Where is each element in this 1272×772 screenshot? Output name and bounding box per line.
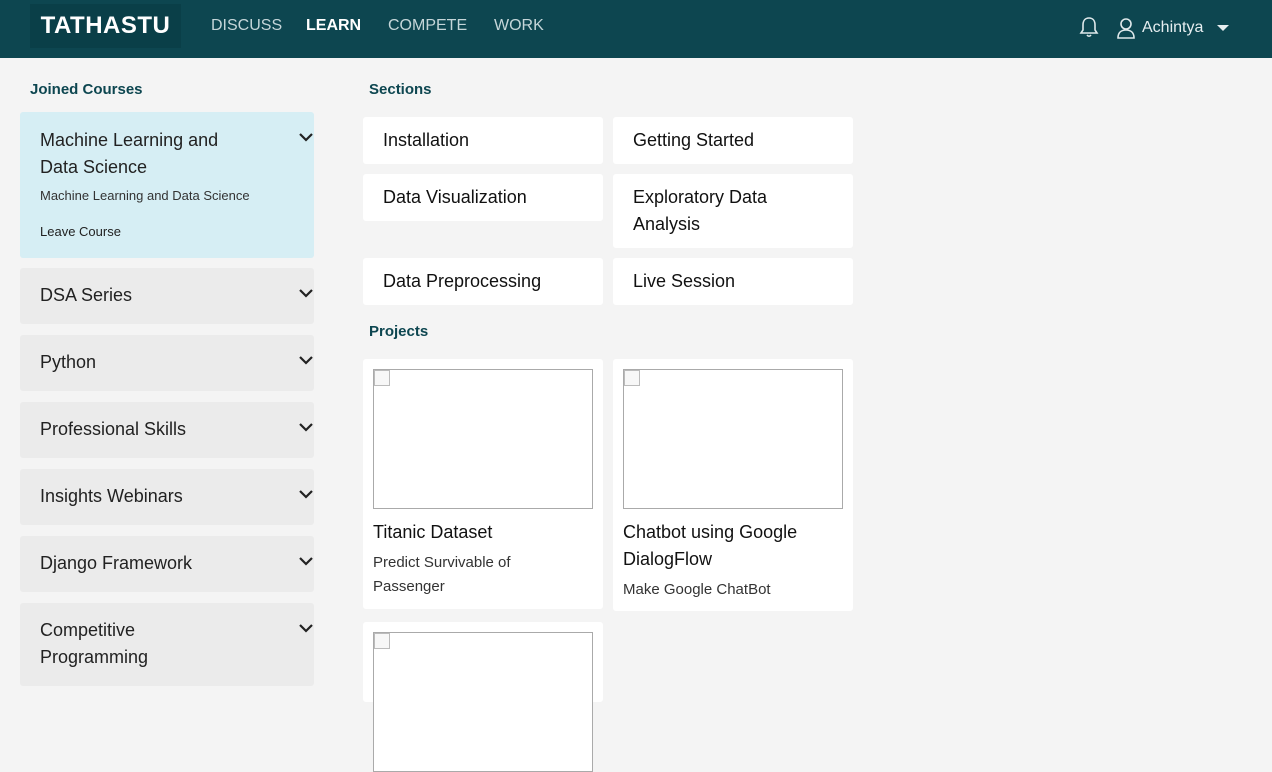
course-subtitle: Machine Learning and Data Science: [40, 188, 250, 203]
brand-logo[interactable]: TATHASTU: [30, 4, 181, 48]
section-label: Live Session: [633, 271, 736, 291]
project-image: [373, 369, 593, 509]
user-menu[interactable]: Achintya: [1116, 15, 1230, 41]
project-description: Predict Survivable of Passenger: [373, 554, 511, 595]
course-python[interactable]: Python: [20, 335, 314, 391]
section-label: Data Preprocessing: [383, 271, 542, 291]
chevron-down-icon[interactable]: [299, 489, 313, 499]
joined-courses-title: Joined Courses: [30, 81, 143, 98]
course-insights-webinars[interactable]: Insights Webinars: [20, 469, 314, 525]
user-icon: [1117, 18, 1135, 39]
course-machine-learning[interactable]: Machine Learning and Data Science Machin…: [20, 112, 314, 258]
section-card[interactable]: Getting Started: [613, 117, 853, 164]
project-image: [623, 369, 843, 509]
top-navbar: TATHASTU DISCUSS LEARN COMPETE WORK Achi…: [0, 0, 1272, 58]
section-label: Installation: [383, 130, 470, 150]
course-name: Insights Webinars: [40, 486, 183, 506]
project-card[interactable]: [363, 622, 603, 772]
section-label: Getting Started: [633, 130, 755, 150]
chevron-down-icon[interactable]: [299, 556, 313, 566]
chevron-down-icon[interactable]: [299, 132, 313, 142]
sections-title: Sections: [369, 81, 432, 98]
course-professional-skills[interactable]: Professional Skills: [20, 402, 314, 458]
course-name: Competitive Programming: [40, 620, 149, 667]
chevron-down-icon[interactable]: [299, 355, 313, 365]
course-name: Django Framework: [40, 553, 193, 573]
broken-image-icon: [374, 370, 390, 386]
project-name: Chatbot using Google DialogFlow: [623, 522, 798, 569]
notification-bell-icon[interactable]: [1078, 15, 1100, 39]
nav-compete[interactable]: COMPETE: [388, 17, 467, 35]
leave-course-link[interactable]: Leave Course: [40, 224, 121, 239]
section-card[interactable]: Live Session: [613, 258, 853, 305]
section-label: Exploratory Data Analysis: [633, 187, 768, 234]
chevron-down-icon[interactable]: [299, 288, 313, 298]
section-card[interactable]: Data Preprocessing: [363, 258, 603, 305]
section-label: Data Visualization: [383, 187, 527, 207]
project-name: Titanic Dataset: [373, 522, 493, 542]
projects-title: Projects: [369, 323, 429, 340]
broken-image-icon: [624, 370, 640, 386]
section-card[interactable]: Installation: [363, 117, 603, 164]
broken-image-icon: [374, 633, 390, 649]
user-name: Achintya: [1142, 19, 1204, 36]
section-card[interactable]: Exploratory Data Analysis: [613, 174, 853, 248]
course-django-framework[interactable]: Django Framework: [20, 536, 314, 592]
course-name: DSA Series: [40, 285, 133, 305]
course-name: Professional Skills: [40, 419, 187, 439]
project-image: [373, 632, 593, 772]
nav-work[interactable]: WORK: [494, 17, 544, 35]
course-dsa-series[interactable]: DSA Series: [20, 268, 314, 324]
project-card[interactable]: Titanic Dataset Predict Survivable of Pa…: [363, 359, 603, 609]
nav-discuss[interactable]: DISCUSS: [211, 17, 282, 35]
project-card[interactable]: Chatbot using Google DialogFlow Make Goo…: [613, 359, 853, 611]
course-name: Machine Learning and Data Science: [40, 130, 219, 177]
course-competitive-programming[interactable]: Competitive Programming: [20, 603, 314, 686]
section-card[interactable]: Data Visualization: [363, 174, 603, 221]
caret-down-icon[interactable]: [1217, 25, 1230, 31]
project-description: Make Google ChatBot: [623, 581, 771, 598]
chevron-down-icon[interactable]: [299, 623, 313, 633]
nav-learn[interactable]: LEARN: [306, 17, 361, 35]
course-name: Python: [40, 352, 97, 372]
chevron-down-icon[interactable]: [299, 422, 313, 432]
